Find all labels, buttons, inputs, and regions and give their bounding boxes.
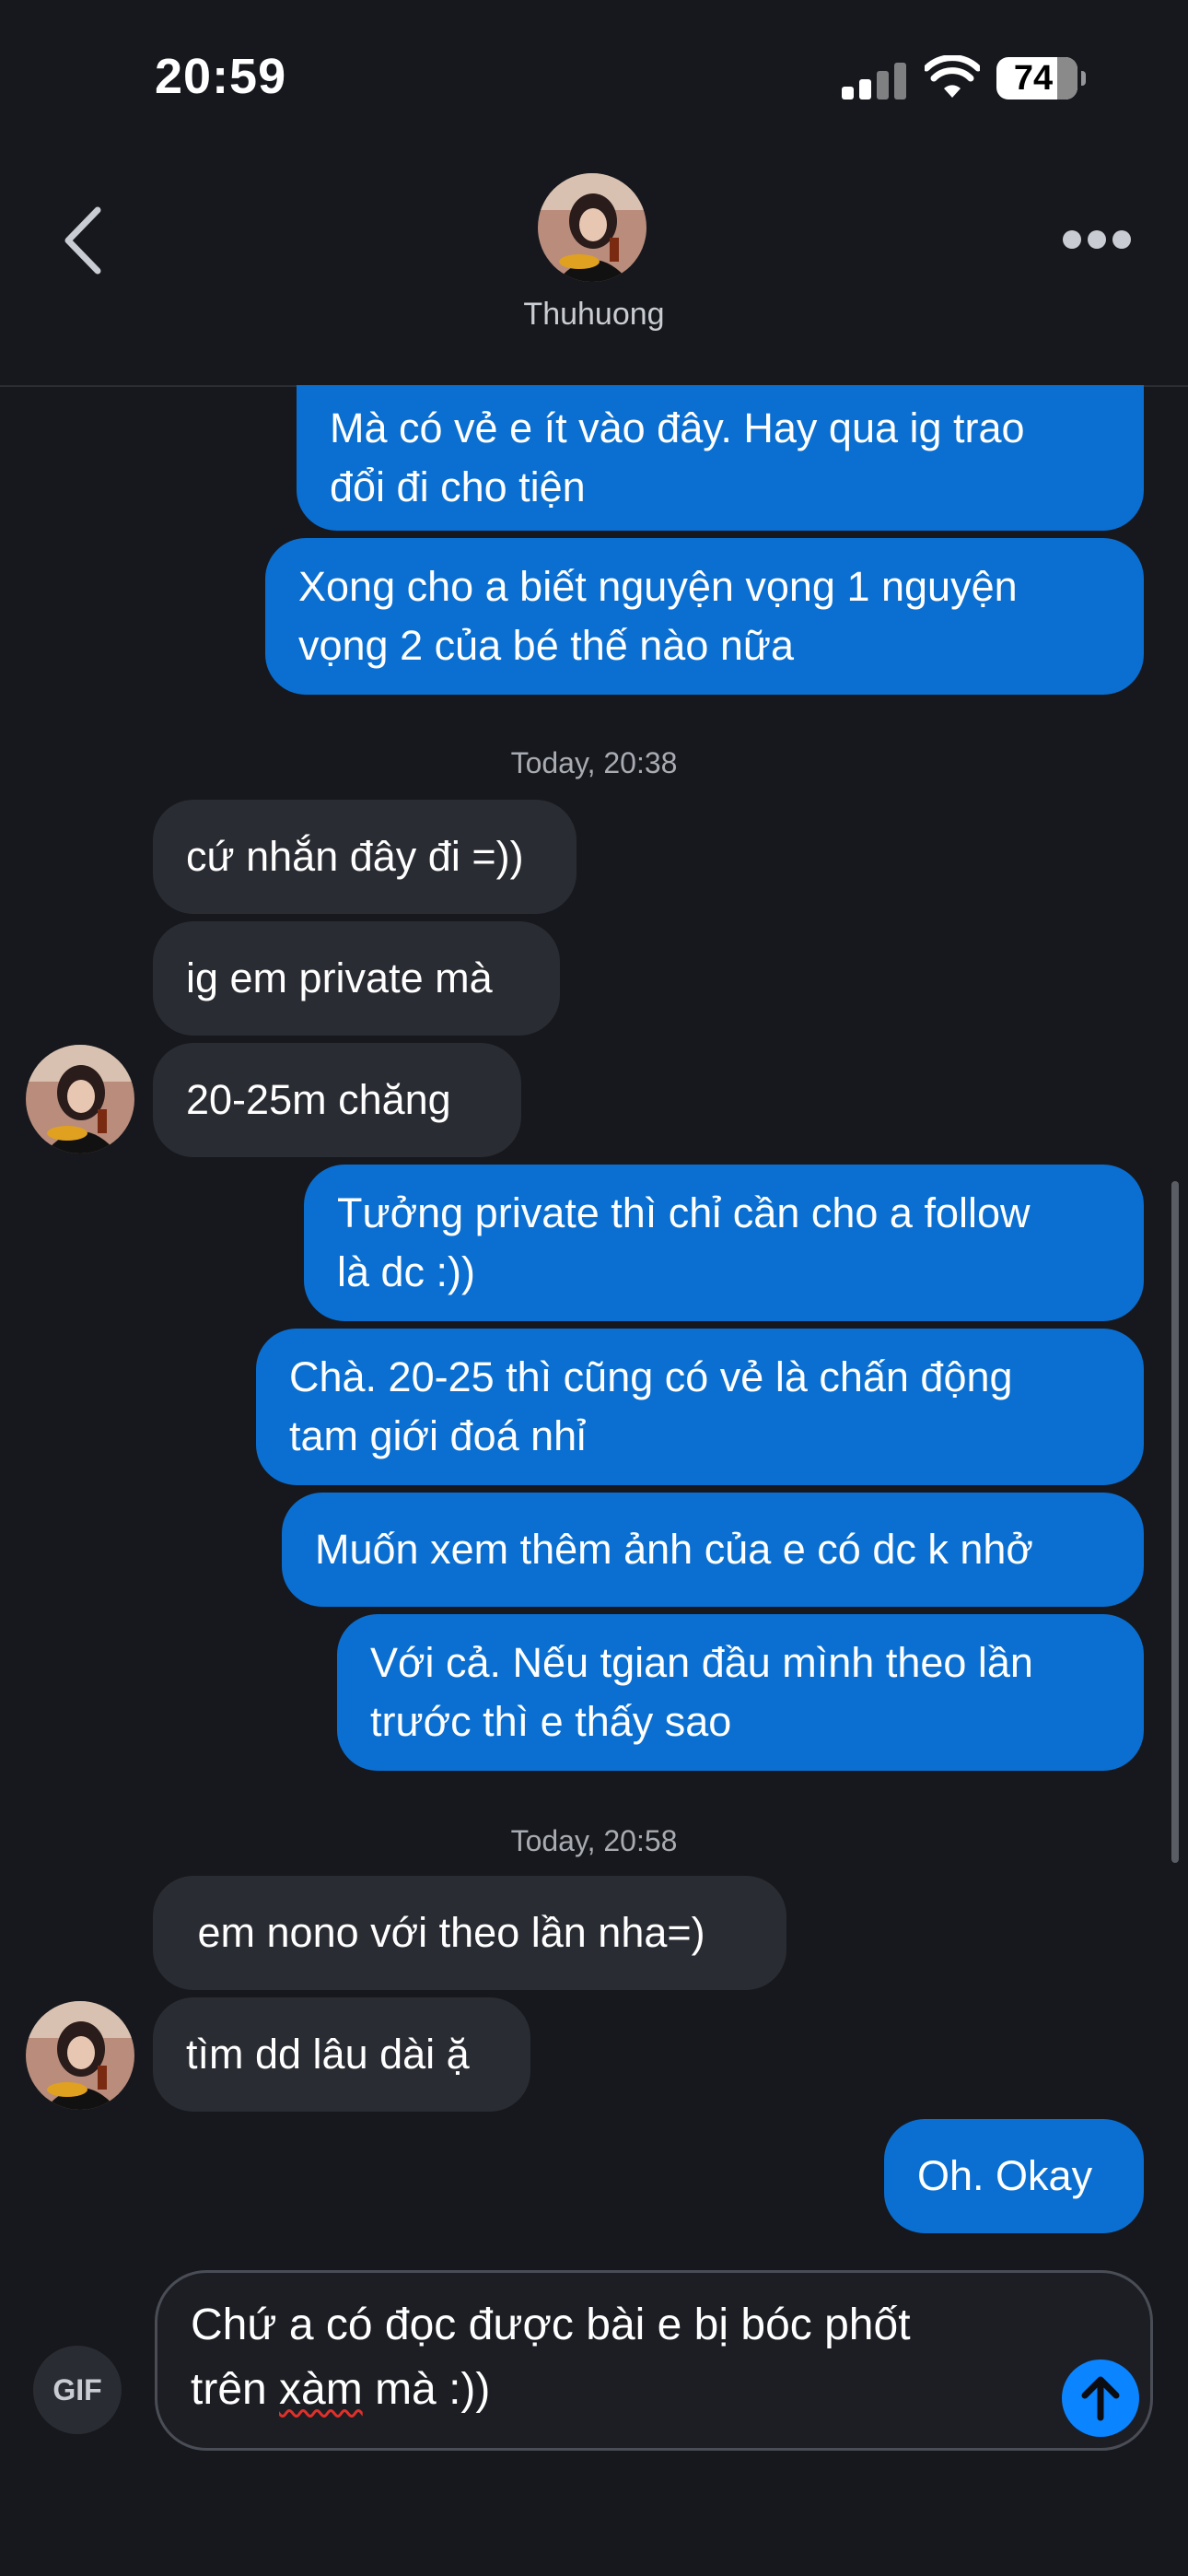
outgoing-message[interactable]: Chà. 20-25 thì cũng có vẻ là chấn động t… bbox=[256, 1329, 1144, 1485]
outgoing-message[interactable]: Xong cho a biết nguyện vọng 1 nguyện vọn… bbox=[265, 538, 1144, 695]
timestamp: Today, 20:58 bbox=[510, 1824, 678, 1857]
spellcheck-misspelled-word[interactable]: xàm bbox=[279, 2365, 363, 2414]
outgoing-message[interactable]: Với cả. Nếu tgian đầu mình theo lần trướ… bbox=[337, 1614, 1144, 1771]
battery-icon: 74 bbox=[996, 57, 1086, 100]
contact-avatar-small[interactable] bbox=[26, 2001, 134, 2110]
cellular-signal-icon bbox=[842, 61, 906, 100]
timestamp: Today, 20:38 bbox=[510, 746, 678, 779]
arrow-up-icon bbox=[1081, 2376, 1120, 2421]
status-time: 20:59 bbox=[155, 49, 287, 104]
contact-avatar-small[interactable] bbox=[26, 1045, 134, 1153]
more-options-icon[interactable] bbox=[1063, 230, 1131, 249]
contact-name[interactable]: Thuhuong bbox=[0, 297, 1188, 333]
incoming-message[interactable]: em nono với theo lần nha=) bbox=[153, 1876, 786, 1990]
gif-button[interactable]: GIF bbox=[33, 2346, 122, 2434]
incoming-message[interactable]: tìm dd lâu dài ặ bbox=[153, 1997, 530, 2112]
outgoing-message[interactable]: Tưởng private thì chỉ cần cho a follow l… bbox=[304, 1165, 1144, 1321]
wifi-icon bbox=[925, 55, 980, 98]
message-input[interactable]: Chứ a có đọc được bài e bị bóc phốt trên… bbox=[155, 2270, 1153, 2451]
message-draft-line-2-prefix: trên bbox=[191, 2365, 280, 2414]
incoming-message[interactable]: 20-25m chăng bbox=[153, 1043, 521, 1157]
outgoing-message[interactable]: Muốn xem thêm ảnh của e có dc k nhở bbox=[282, 1493, 1144, 1607]
message-draft-line-2-suffix: mà :)) bbox=[362, 2365, 491, 2414]
battery-level: 74 bbox=[1013, 58, 1054, 98]
message-draft-line-1: Chứ a có đọc được bài e bị bóc phốt bbox=[191, 2301, 911, 2349]
send-button[interactable] bbox=[1062, 2359, 1139, 2437]
outgoing-message[interactable]: Oh. Okay bbox=[884, 2119, 1144, 2233]
contact-avatar[interactable] bbox=[538, 173, 646, 282]
scrollbar[interactable] bbox=[1171, 1181, 1179, 1863]
incoming-message[interactable]: ig em private mà bbox=[153, 921, 560, 1036]
message-input-text[interactable]: Chứ a có đọc được bài e bị bóc phốt trên… bbox=[191, 2293, 1001, 2422]
outgoing-message[interactable]: Mà có vẻ e ít vào đây. Hay qua ig trao đ… bbox=[297, 385, 1144, 531]
back-chevron-icon[interactable] bbox=[61, 205, 107, 276]
incoming-message[interactable]: cứ nhắn đây đi =)) bbox=[153, 800, 577, 914]
